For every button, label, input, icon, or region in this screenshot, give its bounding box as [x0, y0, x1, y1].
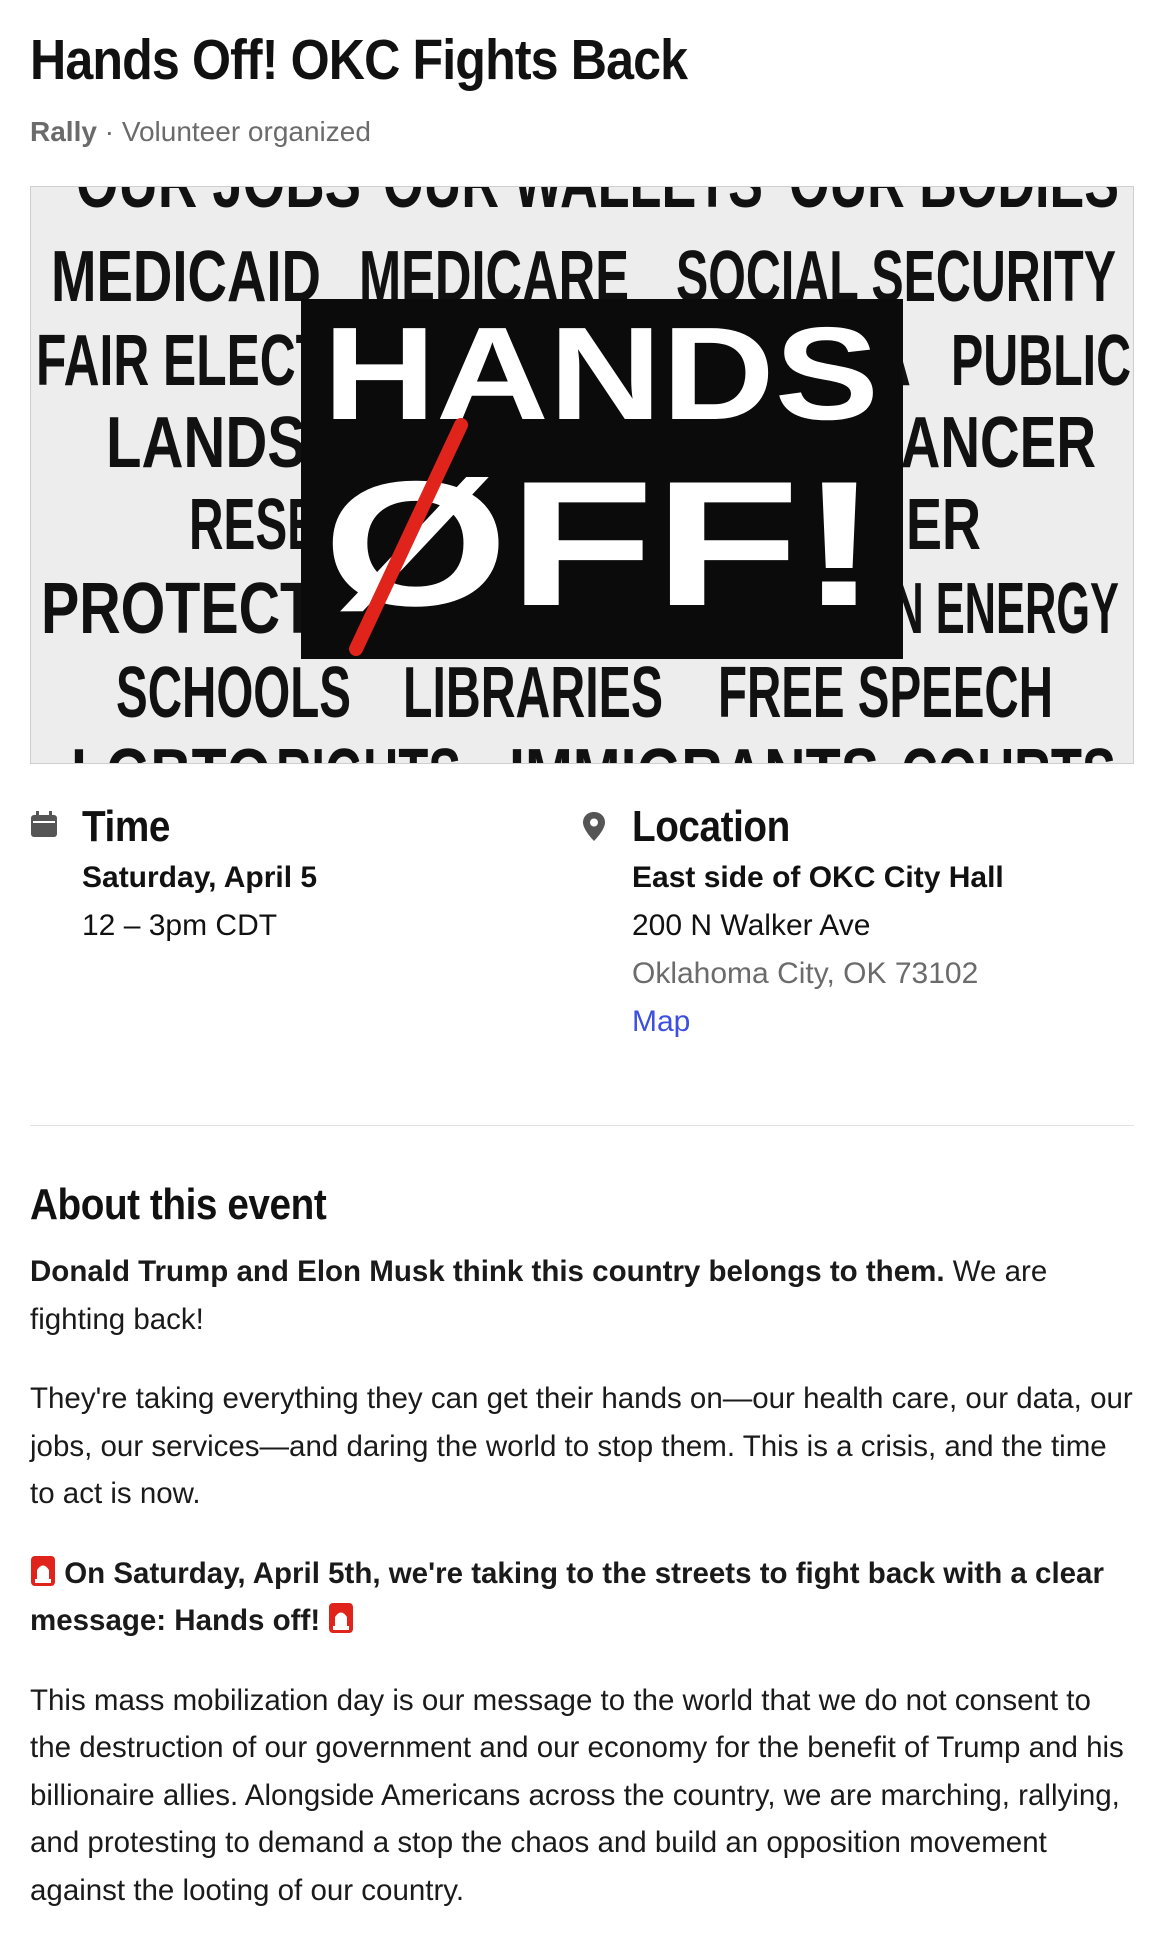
- event-type: Rally: [30, 116, 97, 147]
- event-banner-image: OUR JOBS OUR WALLETS OUR BODIES MEDICAID…: [30, 186, 1134, 764]
- event-hours: 12 – 3pm CDT: [82, 909, 278, 942]
- calendar-icon: [31, 811, 57, 837]
- banner-word: OUR JOBS: [76, 187, 361, 223]
- map-pin-icon: [583, 812, 605, 841]
- banner-word: OUR WALLETS: [383, 187, 763, 223]
- event-meta: Rally · Volunteer organized: [30, 116, 371, 148]
- about-paragraph-2: They're taking everything they can get t…: [30, 1382, 1133, 1510]
- about-body: Donald Trump and Elon Musk think this co…: [30, 1248, 1134, 1946]
- banner-word: FREE SPEECH: [718, 653, 1053, 733]
- banner-word: COURTS: [901, 735, 1116, 763]
- event-organizer: Volunteer organized: [121, 116, 371, 147]
- headline-hands: HANDS: [323, 300, 879, 447]
- section-divider: [30, 1125, 1134, 1126]
- banner-word: FAIR ELECT: [36, 321, 326, 401]
- banner-word: OUR BODIES: [789, 187, 1119, 223]
- meta-separator: ·: [96, 116, 122, 147]
- banner-word: RIGHTS: [276, 735, 461, 763]
- location-heading: Location: [632, 802, 790, 851]
- event-date: Saturday, April 5: [82, 861, 318, 894]
- banner-word: PUBLIC: [951, 321, 1131, 401]
- time-heading: Time: [82, 802, 170, 851]
- banner-word: LANDS: [106, 403, 306, 483]
- about-paragraph-3: On Saturday, April 5th, we're taking to …: [30, 1550, 1134, 1645]
- about-heading: About this event: [30, 1180, 327, 1229]
- event-title: Hands Off! OKC Fights Back: [30, 28, 688, 92]
- banner-word: PROTECTI: [41, 569, 331, 649]
- map-link[interactable]: Map: [632, 1002, 690, 1042]
- siren-icon: [31, 1555, 55, 1586]
- about-paragraph-1: Donald Trump and Elon Musk think this co…: [30, 1248, 1134, 1343]
- venue-name: East side of OKC City Hall: [632, 861, 1004, 894]
- banner-word: MEDICAID: [51, 237, 321, 317]
- siren-icon: [329, 1603, 354, 1633]
- hands-off-poster: OUR JOBS OUR WALLETS OUR BODIES MEDICAID…: [31, 187, 1133, 763]
- about-p3-bold: On Saturday, April 5th, we're taking to …: [30, 1556, 1104, 1638]
- banner-word: RESE: [189, 485, 319, 565]
- about-p1-bold: Donald Trump and Elon Musk think this co…: [30, 1255, 945, 1288]
- banner-word: SCHOOLS: [116, 653, 351, 733]
- banner-word: IMMIGRANTS: [509, 735, 879, 763]
- banner-word: LIBRARIES: [403, 653, 663, 733]
- city-state-zip: Oklahoma City, OK 73102: [632, 957, 979, 990]
- about-paragraph-4: This mass mobilization day is our messag…: [30, 1683, 1124, 1907]
- street-address: 200 N Walker Ave: [632, 909, 871, 942]
- banner-word: LGBTQ: [71, 735, 271, 763]
